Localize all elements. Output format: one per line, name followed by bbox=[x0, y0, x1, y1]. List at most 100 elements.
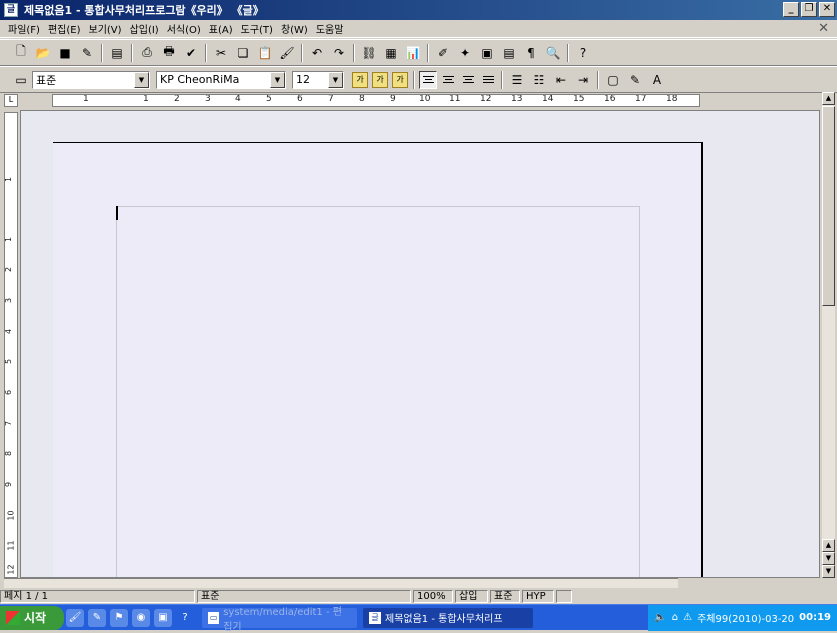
draw-icon[interactable]: ✐ bbox=[434, 44, 452, 62]
next-page-icon[interactable]: ▼ bbox=[822, 552, 835, 565]
hyperlink-icon[interactable]: ⛓ bbox=[360, 44, 378, 62]
volume-icon[interactable]: 🔈 bbox=[654, 612, 666, 623]
bold-button[interactable]: 가 bbox=[352, 71, 368, 88]
bullets-icon[interactable]: ☷ bbox=[530, 71, 548, 89]
zoom-icon[interactable]: 🔍 bbox=[544, 44, 562, 62]
editor-icon: ▭ bbox=[208, 611, 220, 624]
vertical-scrollbar[interactable]: ▲ ▲ ▼ ▼ bbox=[822, 92, 835, 578]
document-page[interactable] bbox=[53, 142, 703, 577]
task-editor[interactable]: ▭ system/media/edit1 - 편집기 bbox=[202, 607, 357, 633]
format-paint-icon[interactable]: 🖌 bbox=[278, 44, 296, 62]
menu-window[interactable]: 창(W) bbox=[277, 21, 312, 36]
new-document-icon[interactable]: 🗋 bbox=[12, 44, 30, 62]
menu-format[interactable]: 서식(O) bbox=[163, 21, 205, 36]
size-select[interactable]: 12 ▼ bbox=[292, 70, 344, 89]
standard-toolbar: 🗋 📂 ■ ✎ ▤ ⎙ 🖶 ✔ ✂ ❏ 📋 🖌 ↶ ↷ ⛓ ▦ 📊 ✐ ✦ ▣ … bbox=[0, 39, 837, 66]
scroll-up-icon[interactable]: ▲ bbox=[822, 92, 835, 105]
chart-icon[interactable]: 📊 bbox=[404, 44, 422, 62]
align-right-button[interactable] bbox=[459, 71, 477, 89]
menu-insert[interactable]: 삽입(I) bbox=[126, 21, 163, 36]
menu-view[interactable]: 보기(V) bbox=[85, 21, 126, 36]
styles-icon[interactable]: ▭ bbox=[12, 71, 30, 89]
align-left-button[interactable] bbox=[419, 70, 437, 89]
status-insert-mode[interactable]: 삽입 bbox=[455, 590, 488, 603]
paste-icon[interactable]: 📋 bbox=[256, 44, 274, 62]
start-button[interactable]: 시작 bbox=[0, 605, 64, 630]
text-boundary bbox=[116, 206, 640, 577]
scroll-down-icon[interactable]: ▼ bbox=[822, 565, 835, 578]
menu-table[interactable]: 표(A) bbox=[205, 21, 237, 36]
style-select[interactable]: 표준 ▼ bbox=[32, 70, 150, 89]
status-bar: 페지 1 / 1 표준 100% 삽입 표준 HYP bbox=[0, 589, 837, 604]
open-icon[interactable]: 📂 bbox=[34, 44, 52, 62]
align-center-button[interactable] bbox=[439, 71, 457, 89]
minimize-button[interactable]: _ bbox=[783, 2, 799, 17]
scroll-thumb[interactable] bbox=[822, 106, 835, 306]
quicklaunch-doc-icon[interactable]: ▣ bbox=[154, 608, 172, 627]
quicklaunch-app-icon[interactable]: ✎ bbox=[88, 608, 106, 627]
chevron-down-icon[interactable]: ▼ bbox=[328, 71, 343, 88]
taskbar: 시작 🖌 ✎ ⚑ ◉ ▣ ? ▭ system/media/edit1 - 편집… bbox=[0, 604, 837, 633]
quicklaunch-help-icon[interactable]: ? bbox=[176, 609, 194, 627]
document-area[interactable] bbox=[20, 110, 820, 578]
vertical-ruler: 1 1 2 3 4 5 6 7 8 9 10 11 12 bbox=[4, 112, 18, 578]
datasource-icon[interactable]: ▤ bbox=[500, 44, 518, 62]
table-icon[interactable]: ▦ bbox=[382, 44, 400, 62]
highlight-icon[interactable]: ✎ bbox=[626, 71, 644, 89]
status-selection-mode[interactable]: 표준 bbox=[490, 590, 520, 603]
task-word-processor[interactable]: 글 제목없음1 - 통합사무처리프 bbox=[363, 607, 533, 628]
help-icon[interactable]: ? bbox=[574, 44, 592, 62]
numbering-icon[interactable]: ☰ bbox=[508, 71, 526, 89]
save-icon[interactable]: ■ bbox=[56, 44, 74, 62]
close-button[interactable]: ✕ bbox=[819, 2, 835, 17]
justify-button[interactable] bbox=[479, 71, 497, 89]
app-icon: 글 bbox=[4, 3, 18, 17]
title-bar: 글 제목없음1 - 통합사무처리프로그람《우리》 《글》 _ ❐ ✕ bbox=[0, 0, 837, 20]
chevron-down-icon[interactable]: ▼ bbox=[134, 71, 149, 88]
pilcrow-icon[interactable]: ¶ bbox=[522, 44, 540, 62]
restore-button[interactable]: ❐ bbox=[801, 2, 817, 17]
menu-file[interactable]: 파일(F) bbox=[4, 21, 44, 36]
document-close-icon[interactable]: ✕ bbox=[818, 21, 829, 36]
status-zoom[interactable]: 100% bbox=[413, 590, 453, 603]
tray-clock: 00:19 bbox=[799, 612, 831, 623]
italic-button[interactable]: 가 bbox=[372, 71, 388, 88]
horizontal-scrollbar[interactable] bbox=[4, 578, 678, 588]
security-icon[interactable]: ⚠ bbox=[683, 612, 692, 623]
status-modified bbox=[556, 590, 572, 603]
document-icon: 글 bbox=[369, 611, 381, 624]
font-value: KP CheonRiMa bbox=[160, 73, 240, 86]
print-icon[interactable]: ⎙ bbox=[138, 44, 156, 62]
underline-button[interactable]: 가 bbox=[392, 71, 408, 88]
navigator-icon[interactable]: ✦ bbox=[456, 44, 474, 62]
font-color-icon[interactable]: A bbox=[648, 71, 666, 89]
quicklaunch-flag-icon[interactable]: ⚑ bbox=[110, 608, 128, 627]
spellcheck-icon[interactable]: ✔ bbox=[182, 44, 200, 62]
status-page: 페지 1 / 1 bbox=[0, 590, 195, 603]
chevron-down-icon[interactable]: ▼ bbox=[270, 71, 285, 88]
menu-edit[interactable]: 편집(E) bbox=[44, 21, 85, 36]
decrease-indent-icon[interactable]: ⇤ bbox=[552, 71, 570, 89]
quicklaunch-brush-icon[interactable]: 🖌 bbox=[66, 608, 84, 627]
increase-indent-icon[interactable]: ⇥ bbox=[574, 71, 592, 89]
menu-tools[interactable]: 도구(T) bbox=[237, 21, 277, 36]
network-icon[interactable]: ⌂ bbox=[672, 612, 678, 623]
border-icon[interactable]: ▢ bbox=[604, 71, 622, 89]
cut-icon[interactable]: ✂ bbox=[212, 44, 230, 62]
copy-icon[interactable]: ❏ bbox=[234, 44, 252, 62]
start-flag-icon bbox=[6, 610, 20, 625]
quicklaunch-browser-icon[interactable]: ◉ bbox=[132, 608, 150, 627]
size-value: 12 bbox=[296, 73, 310, 86]
prev-page-icon[interactable]: ▲ bbox=[822, 539, 835, 552]
status-hyperlink-mode[interactable]: HYP bbox=[522, 590, 554, 603]
font-select[interactable]: KP CheonRiMa ▼ bbox=[156, 70, 286, 89]
tab-type-icon[interactable]: L bbox=[4, 94, 18, 107]
edit-file-icon[interactable]: ✎ bbox=[78, 44, 96, 62]
window-title: 제목없음1 - 통합사무처리프로그람《우리》 《글》 bbox=[24, 4, 264, 17]
redo-icon[interactable]: ↷ bbox=[330, 44, 348, 62]
print-preview-icon[interactable]: 🖶 bbox=[160, 44, 178, 62]
menu-help[interactable]: 도움말 bbox=[312, 21, 348, 36]
export-pdf-icon[interactable]: ▤ bbox=[108, 44, 126, 62]
undo-icon[interactable]: ↶ bbox=[308, 44, 326, 62]
gallery-icon[interactable]: ▣ bbox=[478, 44, 496, 62]
